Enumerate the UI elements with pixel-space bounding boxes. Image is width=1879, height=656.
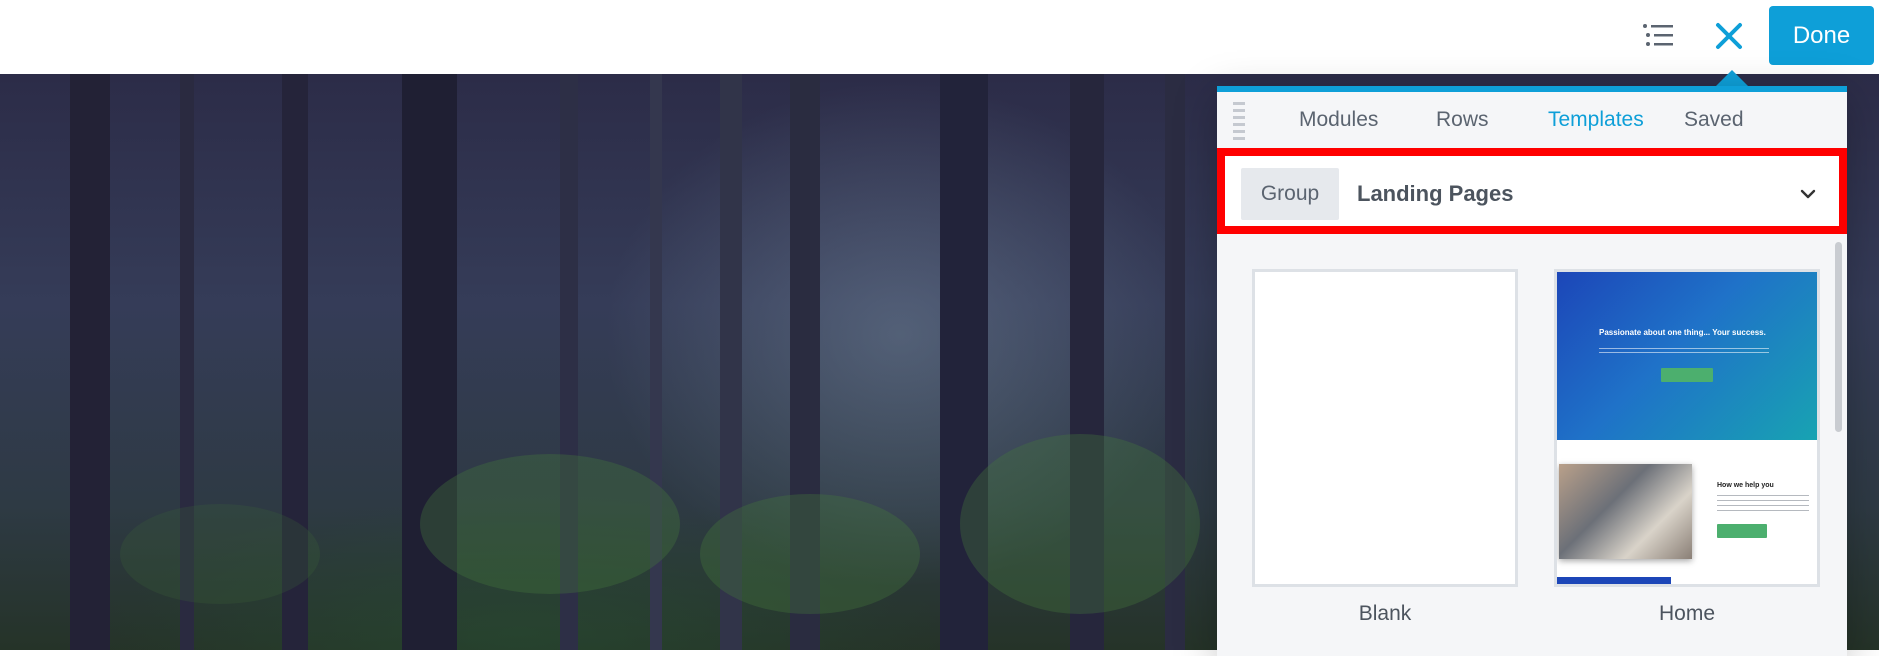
template-thumbnail-hero: Passionate about one thing... Your succe…	[1557, 272, 1817, 440]
foliage	[700, 494, 920, 614]
template-label-home: Home	[1658, 602, 1716, 625]
group-select[interactable]: Group Landing Pages	[1238, 166, 1826, 222]
thumbnail-hero-button	[1661, 368, 1713, 382]
builder-top-bar: Done	[0, 0, 1879, 74]
thumbnail-section-text	[1717, 495, 1809, 513]
template-card-home[interactable]: Passionate about one thing... Your succe…	[1554, 269, 1820, 587]
thumbnail-section-button	[1717, 524, 1767, 538]
group-select-highlight: Group Landing Pages	[1217, 148, 1847, 234]
thumbnail-hero-title: Passionate about one thing... Your succe…	[1599, 328, 1766, 337]
thumbnail-section-title: How we help you	[1717, 482, 1774, 489]
content-panel: Modules Rows Templates Saved Group Landi…	[1217, 86, 1847, 656]
drag-handle-icon[interactable]	[1233, 102, 1245, 142]
tree-trunk	[70, 74, 110, 650]
tab-saved[interactable]: Saved	[1684, 108, 1744, 132]
foliage	[960, 434, 1200, 614]
thumbnail-hero-text	[1599, 348, 1769, 356]
list-outline-icon	[1643, 24, 1673, 46]
chevron-down-icon	[1800, 189, 1816, 199]
foliage	[420, 454, 680, 594]
panel-pointer	[1716, 70, 1748, 86]
close-icon	[1716, 23, 1742, 49]
close-panel-button[interactable]	[1707, 14, 1751, 58]
template-card-blank[interactable]	[1252, 269, 1518, 587]
template-label-blank: Blank	[1358, 602, 1412, 625]
tab-rows[interactable]: Rows	[1436, 108, 1489, 132]
thumbnail-footer-strip	[1557, 577, 1671, 584]
outline-panel-button[interactable]	[1636, 14, 1680, 58]
panel-tabs: Modules Rows Templates Saved	[1257, 104, 1827, 144]
tab-modules[interactable]: Modules	[1299, 108, 1378, 132]
thumbnail-team-photo	[1559, 464, 1692, 559]
group-select-value: Landing Pages	[1357, 181, 1514, 206]
group-select-label: Group	[1241, 168, 1339, 220]
panel-scrollbar[interactable]	[1835, 242, 1842, 432]
tab-templates[interactable]: Templates	[1548, 108, 1644, 132]
done-button[interactable]: Done	[1769, 6, 1874, 65]
foliage	[120, 504, 320, 604]
